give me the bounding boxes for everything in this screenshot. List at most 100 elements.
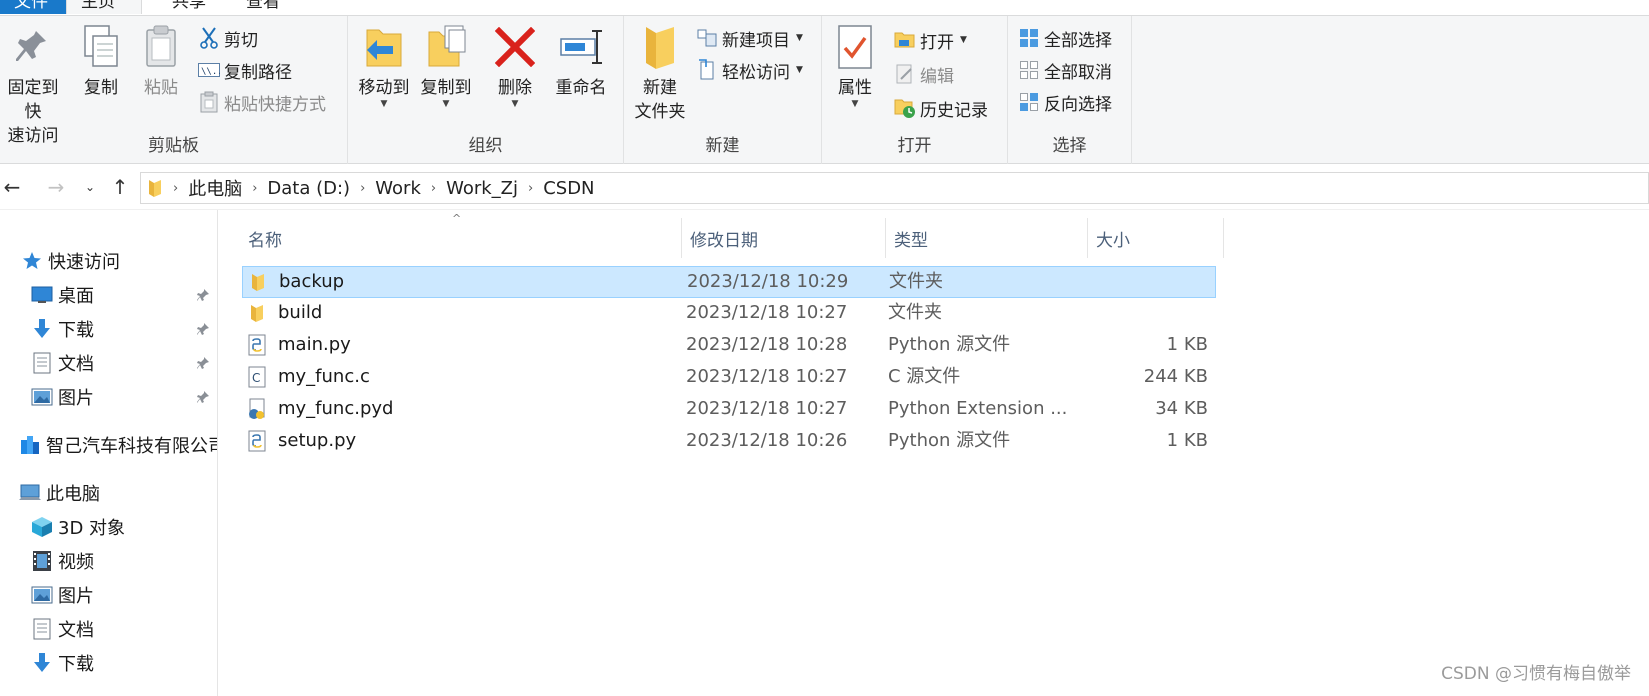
nav-desktop[interactable]: 桌面 — [30, 280, 94, 310]
column-header-name[interactable]: 名称 — [240, 218, 682, 258]
file-row[interactable]: main.py 2023/12/18 10:28 Python 源文件 1 KB — [242, 330, 1216, 362]
pin-icon[interactable] — [196, 390, 210, 404]
nav-downloads-pc[interactable]: 下载 — [30, 648, 94, 678]
file-row[interactable]: my_func.pyd 2023/12/18 10:27 Python Exte… — [242, 394, 1216, 426]
history-label: 历史记录 — [920, 100, 988, 121]
nav-downloads[interactable]: 下载 — [30, 314, 94, 344]
select-none-label: 全部取消 — [1044, 62, 1112, 83]
file-size: 1 KB — [1166, 430, 1208, 451]
copy-path-button[interactable]: \\.. 复制路径 — [198, 56, 292, 84]
invert-selection-button[interactable]: 反向选择 — [1018, 88, 1112, 116]
rename-button[interactable]: 重命名 — [550, 22, 612, 100]
desktop-icon — [30, 283, 54, 307]
select-all-button[interactable]: 全部选择 — [1018, 24, 1112, 52]
cut-button[interactable]: 剪切 — [198, 24, 258, 52]
nav-quick-access[interactable]: 快速访问 — [20, 246, 120, 276]
file-row[interactable]: build 2023/12/18 10:27 文件夹 — [242, 298, 1216, 330]
copy-to-dropdown-icon: ▼ — [442, 99, 450, 109]
new-item-button[interactable]: 新建项目 ▼ — [696, 24, 803, 52]
column-header-date[interactable]: 修改日期 — [682, 218, 886, 258]
python-extension-icon — [246, 394, 268, 424]
new-group-label: 新建 — [705, 136, 740, 156]
copy-button[interactable]: 复制 — [76, 22, 126, 100]
nav-pictures-label: 图片 — [58, 388, 94, 409]
file-row[interactable]: C my_func.c 2023/12/18 10:27 C 源文件 244 K… — [242, 362, 1216, 394]
recent-locations-button[interactable]: ⌄ — [78, 172, 102, 202]
back-button[interactable]: ← — [0, 172, 24, 202]
delete-button[interactable]: 删除 ▼ — [490, 22, 540, 109]
copy-to-button[interactable]: 复制到 ▼ — [418, 22, 474, 109]
file-row[interactable]: backup 2023/12/18 10:29 文件夹 — [242, 266, 1216, 298]
organize-group: 移动到 ▼ 复制到 ▼ 删除 ▼ 重命名 组织 — [348, 16, 624, 164]
folder-icon — [247, 267, 269, 297]
tab-home[interactable]: 主页 — [66, 0, 142, 14]
new-folder-icon — [638, 22, 682, 72]
properties-button[interactable]: 属性 ▼ — [830, 22, 880, 109]
ribbon-tabs: 文件 主页 共享 查看 — [0, 0, 1649, 16]
cloud-drive-icon — [18, 433, 42, 457]
picture-icon — [30, 583, 54, 607]
breadcrumb-csdn[interactable]: CSDN — [543, 178, 594, 199]
new-folder-label-2: 文件夹 — [634, 102, 686, 122]
file-name: build — [278, 302, 323, 323]
nav-documents-pc-label: 文档 — [58, 620, 94, 641]
file-size: 1 KB — [1166, 334, 1208, 355]
column-header-type[interactable]: 类型 — [886, 218, 1088, 258]
pin-icon[interactable] — [196, 322, 210, 336]
invert-selection-icon — [1018, 91, 1040, 113]
nav-pictures-pc[interactable]: 图片 — [30, 580, 94, 610]
breadcrumb-this-pc[interactable]: 此电脑 — [188, 175, 242, 201]
open-folder-icon — [894, 29, 916, 51]
tab-view[interactable]: 查看 — [232, 0, 294, 14]
nav-downloads-pc-label: 下载 — [58, 654, 94, 675]
edit-button[interactable]: 编辑 — [894, 60, 954, 88]
easy-access-button[interactable]: 轻松访问 ▼ — [696, 56, 803, 84]
nav-desktop-label: 桌面 — [58, 286, 94, 307]
copy-to-label: 复制到 — [420, 78, 472, 98]
up-button[interactable]: ↑ — [108, 172, 132, 202]
pin-icon[interactable] — [196, 356, 210, 370]
address-bar[interactable]: › 此电脑 › Data (D:) › Work › Work_Zj › CSD… — [140, 172, 1649, 204]
chevron-right-icon: › — [173, 180, 179, 196]
nav-3d-objects[interactable]: 3D 对象 — [30, 512, 125, 542]
nav-pictures[interactable]: 图片 — [30, 382, 94, 412]
nav-videos[interactable]: 视频 — [30, 546, 94, 576]
breadcrumb-work[interactable]: Work — [375, 178, 421, 199]
pin-quick-access-button[interactable]: 固定到快 速访问 — [0, 22, 66, 148]
file-date: 2023/12/18 10:28 — [686, 334, 848, 355]
nav-documents[interactable]: 文档 — [30, 348, 94, 378]
paste-shortcut-button[interactable]: 粘贴快捷方式 — [198, 88, 326, 116]
breadcrumb-work-zj[interactable]: Work_Zj — [446, 178, 518, 199]
open-label: 打开 — [920, 32, 954, 53]
nav-documents-pc[interactable]: 文档 — [30, 614, 94, 644]
edit-label: 编辑 — [920, 66, 954, 87]
watermark: CSDN @习惯有梅自傲举 — [1441, 664, 1631, 684]
nav-3d-objects-label: 3D 对象 — [58, 518, 126, 539]
breadcrumb-data-drive[interactable]: Data (D:) — [267, 178, 350, 199]
tab-share[interactable]: 共享 — [158, 0, 220, 14]
nav-company-label: 智己汽车科技有限公司 — [46, 436, 218, 457]
copy-to-icon — [424, 22, 468, 72]
paste-button[interactable]: 粘贴 — [136, 22, 186, 100]
new-item-dropdown-icon: ▼ — [796, 33, 803, 43]
forward-button[interactable]: → — [44, 172, 68, 202]
open-button[interactable]: 打开 ▼ — [894, 26, 967, 54]
history-button[interactable]: 历史记录 — [894, 94, 988, 122]
move-to-label: 移动到 — [358, 78, 410, 98]
file-date: 2023/12/18 10:27 — [686, 366, 848, 387]
file-row[interactable]: setup.py 2023/12/18 10:26 Python 源文件 1 K… — [242, 426, 1216, 458]
nav-this-pc[interactable]: 此电脑 — [18, 478, 100, 508]
new-folder-button[interactable]: 新建 文件夹 — [630, 22, 690, 124]
file-date: 2023/12/18 10:27 — [686, 302, 848, 323]
move-to-button[interactable]: 移动到 ▼ — [356, 22, 412, 109]
select-none-button[interactable]: 全部取消 — [1018, 56, 1112, 84]
paste-shortcut-label: 粘贴快捷方式 — [224, 94, 326, 115]
properties-label: 属性 — [838, 78, 872, 98]
navigation-pane: 快速访问 桌面 下载 文档 图片 智己汽车科技有限公司 此电脑 3D 对象 视频… — [0, 210, 218, 696]
picture-icon — [30, 385, 54, 409]
nav-company-drive[interactable]: 智己汽车科技有限公司 — [18, 430, 218, 460]
pin-icon[interactable] — [196, 288, 210, 302]
delete-x-icon — [493, 22, 537, 72]
tab-file[interactable]: 文件 — [0, 0, 66, 14]
column-header-size[interactable]: 大小 — [1088, 218, 1224, 258]
